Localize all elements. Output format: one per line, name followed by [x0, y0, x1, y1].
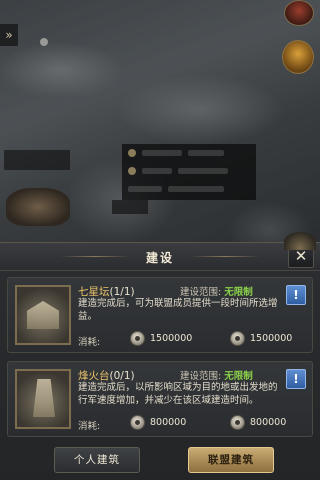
- map-marker-icon: [40, 38, 48, 46]
- silver-coin-icon: [130, 331, 145, 346]
- cost-value: 800000: [250, 417, 287, 428]
- cost-value: 800000: [150, 417, 187, 428]
- cost-item: 800000: [230, 415, 286, 430]
- cost-value: 1500000: [150, 333, 193, 344]
- header-ornament: [190, 256, 260, 257]
- building-name: 烽火台(0/1): [78, 370, 135, 382]
- building-name: 七星坛(1/1): [78, 286, 135, 298]
- build-range: 建设范围: 无限制: [180, 287, 253, 298]
- silver-coin-icon: [130, 415, 145, 430]
- info-button[interactable]: !: [286, 285, 306, 305]
- dialog-header: 建设 ✕: [0, 243, 320, 271]
- build-range-value: 无限制: [224, 287, 253, 298]
- resource-icon: [128, 167, 136, 175]
- dialog-title: 建设: [145, 251, 174, 265]
- cost-label: 消耗:: [78, 337, 101, 348]
- building-count: (1/1): [109, 286, 135, 298]
- map-tag: [112, 200, 148, 214]
- alliance-buildings-button[interactable]: 联盟建筑: [188, 447, 274, 473]
- build-range-value: 无限制: [224, 371, 253, 382]
- fortress-sprite[interactable]: [6, 188, 70, 226]
- building-description: 建造完成后，可为联盟成员提供一段时间所选增益。: [78, 298, 278, 322]
- personal-buildings-button[interactable]: 个人建筑: [54, 447, 140, 473]
- cost-item: 800000: [130, 415, 186, 430]
- building-card-beacon[interactable]: 烽火台(0/1) 建设范围: 无限制 建造完成后，以所影响区域为目的地或出发地的…: [7, 361, 313, 437]
- expand-arrow-icon[interactable]: »: [0, 24, 18, 46]
- cost-item: 1500000: [230, 331, 292, 346]
- map-action-icon[interactable]: [284, 232, 316, 250]
- cost-item: 1500000: [130, 331, 192, 346]
- building-count: (0/1): [109, 370, 135, 382]
- world-map[interactable]: »: [0, 0, 320, 250]
- cost-value: 1500000: [250, 333, 293, 344]
- build-dialog: 建设 ✕ 七星坛(1/1) 建设范围: 无限制 建造完成后，可为联盟成员提供一段…: [0, 242, 320, 480]
- resource-icon: [128, 149, 136, 157]
- building-card-altar[interactable]: 七星坛(1/1) 建设范围: 无限制 建造完成后，可为联盟成员提供一段时间所选增…: [7, 277, 313, 353]
- building-description: 建造完成后，以所影响区域为目的地或出发地的行军速度增加，并减少在该区域建造时间。: [78, 382, 278, 406]
- treasure-chest-icon[interactable]: [282, 40, 314, 74]
- build-range: 建设范围: 无限制: [180, 371, 253, 382]
- cost-label: 消耗:: [78, 421, 101, 432]
- altar-building-icon: [15, 285, 71, 345]
- map-tile-label: [4, 150, 70, 170]
- tile-info-panel: [122, 144, 256, 200]
- stone-resource-icon: [230, 415, 245, 430]
- beacon-tower-icon: [15, 369, 71, 429]
- stone-resource-icon: [230, 331, 245, 346]
- info-button[interactable]: !: [286, 369, 306, 389]
- event-icon[interactable]: [284, 0, 314, 26]
